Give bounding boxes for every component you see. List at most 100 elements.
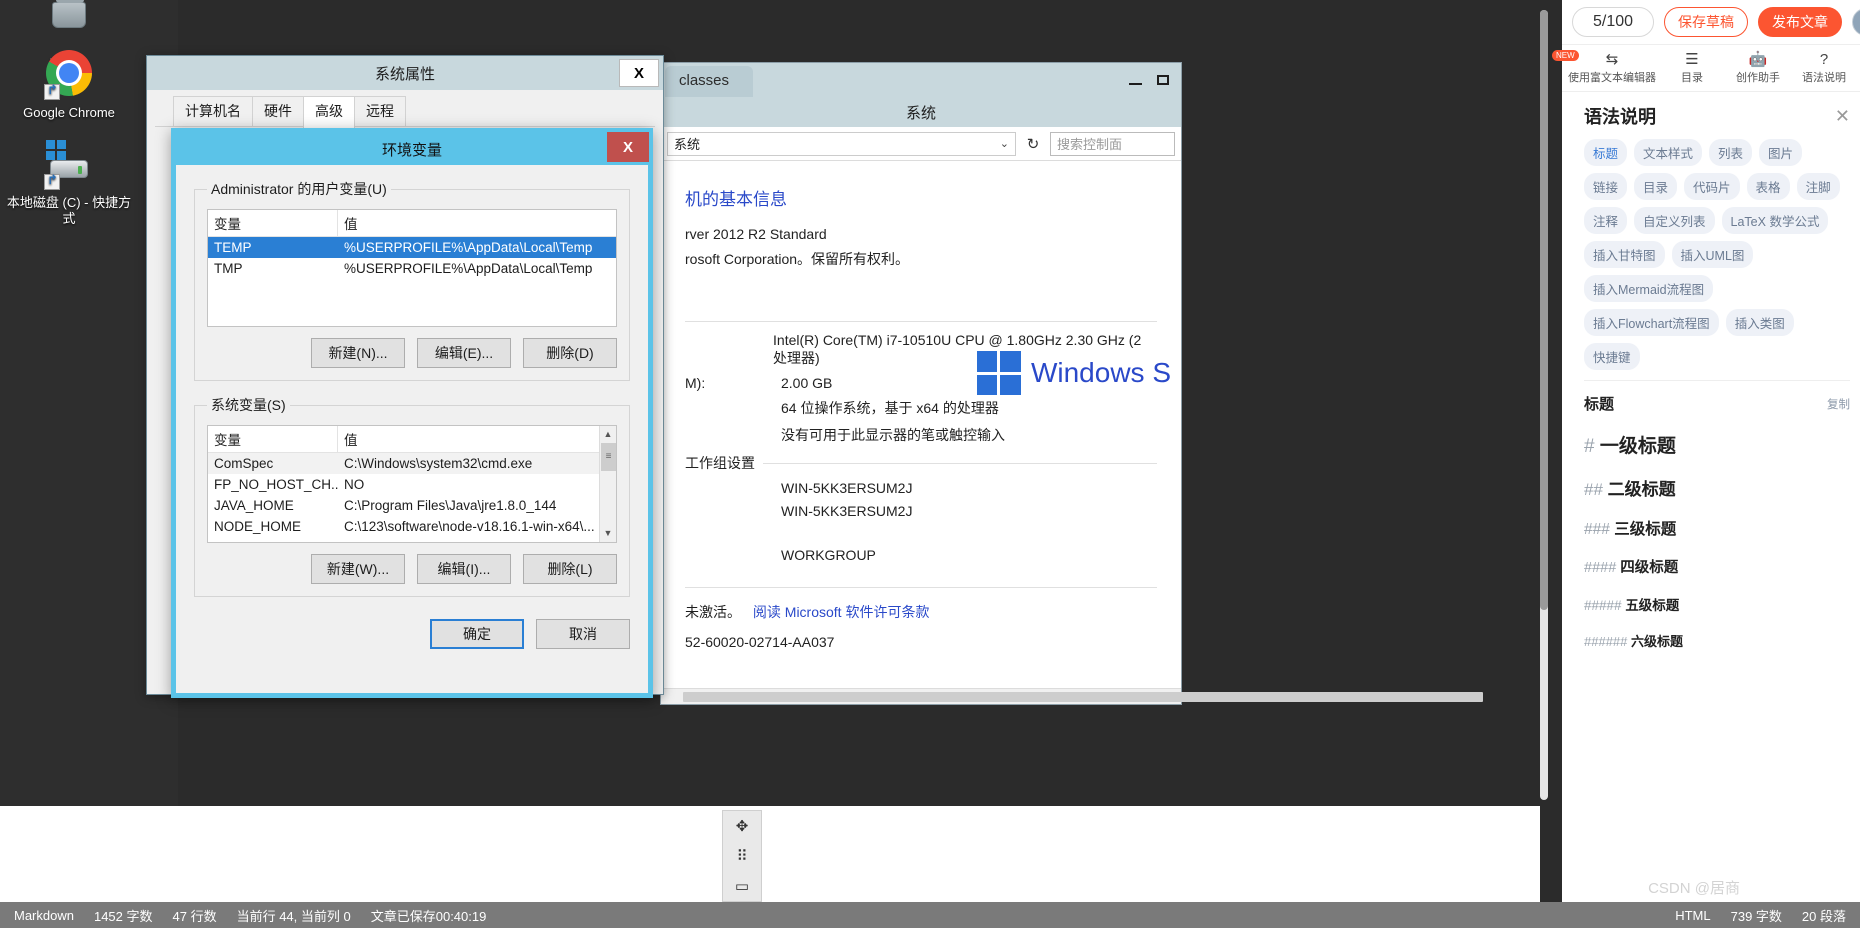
- system-variables-list[interactable]: 变量 值 ComSpec C:\Windows\system32\cmd.exe…: [207, 425, 617, 543]
- status-html-word-count: 739 字数: [1730, 908, 1782, 924]
- user-variables-legend: Administrator 的用户变量(U): [211, 181, 387, 197]
- chevron-down-icon[interactable]: ⌄: [1000, 137, 1009, 150]
- close-icon[interactable]: X: [619, 59, 659, 87]
- column-header-variable[interactable]: 变量: [208, 210, 338, 236]
- avatar[interactable]: [1852, 8, 1860, 36]
- tag-custom-list[interactable]: 自定义列表: [1634, 207, 1715, 234]
- editor-toolbar: NEW ⇆ 使用富文本编辑器 ☰ 目录 🤖 创作助手 ? 语法说明: [1552, 44, 1860, 92]
- delete-user-variable-button[interactable]: 删除(D): [523, 338, 617, 368]
- refresh-icon[interactable]: ↻: [1022, 135, 1044, 153]
- new-system-variable-button[interactable]: 新建(W)...: [311, 554, 405, 584]
- ok-button[interactable]: 确定: [430, 619, 524, 649]
- syntax-help-header: 语法说明 ✕: [1584, 93, 1850, 139]
- rich-text-editor-toggle[interactable]: NEW ⇆ 使用富文本编辑器: [1552, 49, 1656, 85]
- environment-variables-body: Administrator 的用户变量(U) 变量 值 TEMP %USERPR…: [176, 165, 648, 663]
- cancel-button[interactable]: 取消: [536, 619, 630, 649]
- address-value: 系统: [674, 137, 701, 152]
- toolbar-item-syntax-help[interactable]: ? 语法说明: [1798, 52, 1850, 85]
- scroll-up-icon[interactable]: ▲: [600, 426, 616, 443]
- tag-text-style[interactable]: 文本样式: [1634, 139, 1703, 166]
- full-computer-name-row: WIN-5KK3ERSUM2J: [781, 503, 913, 519]
- environment-variables-dialog: 环境变量 X Administrator 的用户变量(U) 变量 值 TEMP …: [171, 128, 653, 698]
- systype-row: 64 位操作系统，基于 x64 的处理器: [781, 400, 999, 416]
- tag-toc[interactable]: 目录: [1634, 173, 1678, 200]
- table-row[interactable]: ComSpec C:\Windows\system32\cmd.exe: [208, 453, 616, 474]
- scrollbar-thumb[interactable]: ≡: [601, 443, 616, 471]
- hash-marker: #: [1584, 436, 1595, 457]
- system-window-content: 机的基本信息 rver 2012 R2 Standard rosoft Corp…: [661, 161, 1181, 704]
- column-header-value[interactable]: 值: [338, 210, 616, 236]
- syntax-tag-list: 标题 文本样式 列表 图片 链接 目录 代码片 表格 注脚 注释 自定义列表 L…: [1584, 139, 1850, 370]
- page-scrollbar[interactable]: [1540, 10, 1548, 800]
- move-icon[interactable]: ✥: [736, 817, 749, 835]
- copy-button[interactable]: 复制: [1827, 396, 1850, 412]
- tab-remote[interactable]: 远程: [354, 96, 406, 126]
- search-input[interactable]: 搜索控制面: [1050, 131, 1175, 156]
- divider-2: [685, 587, 1157, 588]
- vertical-scrollbar[interactable]: ▲ ≡ ▼: [599, 426, 616, 542]
- table-row[interactable]: JAVA_HOME C:\Program Files\Java\jre1.8.0…: [208, 495, 616, 516]
- tag-list[interactable]: 列表: [1709, 139, 1753, 166]
- scroll-down-icon[interactable]: ▼: [600, 525, 616, 542]
- table-row[interactable]: TEMP %USERPROFILE%\AppData\Local\Temp: [208, 237, 616, 258]
- address-input[interactable]: 系统 ⌄: [667, 131, 1016, 156]
- tag-mermaid[interactable]: 插入Mermaid流程图: [1584, 275, 1714, 302]
- system-variables-legend: 系统变量(S): [211, 397, 286, 413]
- close-icon[interactable]: ✕: [1835, 106, 1850, 127]
- publish-article-button[interactable]: 发布文章: [1758, 7, 1842, 37]
- tag-footnote[interactable]: 注脚: [1796, 173, 1840, 200]
- tag-table[interactable]: 表格: [1746, 173, 1790, 200]
- save-draft-button[interactable]: 保存草稿: [1664, 7, 1748, 37]
- table-row[interactable]: TMP %USERPROFILE%\AppData\Local\Temp: [208, 258, 616, 279]
- tag-shortcuts[interactable]: 快捷键: [1584, 343, 1640, 370]
- tag-gantt[interactable]: 插入甘特图: [1584, 241, 1665, 268]
- desktop-icon-local-disk[interactable]: 本地磁盘 (C) - 快捷方式: [4, 140, 134, 227]
- tab-computer-name[interactable]: 计算机名: [173, 96, 253, 126]
- delete-system-variable-button[interactable]: 删除(L): [523, 554, 617, 584]
- table-row[interactable]: FP_NO_HOST_CH... NO: [208, 474, 616, 495]
- user-variables-list[interactable]: 变量 值 TEMP %USERPROFILE%\AppData\Local\Te…: [207, 209, 617, 327]
- grid-icon[interactable]: ⠿: [737, 847, 748, 865]
- scrollbar-thumb[interactable]: [1540, 10, 1548, 610]
- tag-comment[interactable]: 注释: [1584, 207, 1628, 234]
- tag-heading[interactable]: 标题: [1584, 139, 1628, 166]
- tag-link[interactable]: 链接: [1584, 173, 1628, 200]
- tag-latex[interactable]: LaTeX 数学公式: [1721, 207, 1829, 234]
- tag-flowchart[interactable]: 插入Flowchart流程图: [1584, 309, 1719, 336]
- status-paragraph-count: 20 段落: [1801, 908, 1846, 924]
- tab-hardware[interactable]: 硬件: [252, 96, 304, 126]
- column-header-variable[interactable]: 变量: [208, 426, 338, 452]
- variable-name: JAVA_HOME: [214, 498, 294, 513]
- toolbar-item-assistant[interactable]: 🤖 创作助手: [1732, 52, 1784, 85]
- monitor-icon[interactable]: ▭: [735, 877, 749, 895]
- maximize-icon[interactable]: [1149, 67, 1177, 93]
- table-row[interactable]: NUMBER_OF_PR... 4: [208, 537, 616, 542]
- toolbar-item-outline[interactable]: ☰ 目录: [1666, 52, 1718, 85]
- desktop-icon-google-chrome[interactable]: Google Chrome: [4, 48, 134, 121]
- minimize-icon[interactable]: [1121, 67, 1149, 93]
- new-user-variable-button[interactable]: 新建(N)...: [311, 338, 405, 368]
- browser-tab-classes[interactable]: classes: [665, 66, 754, 97]
- close-icon[interactable]: X: [607, 132, 649, 162]
- user-variables-group: Administrator 的用户变量(U) 变量 值 TEMP %USERPR…: [194, 179, 630, 381]
- tag-uml[interactable]: 插入UML图: [1671, 241, 1754, 268]
- edit-system-variable-button[interactable]: 编辑(I)...: [417, 554, 511, 584]
- scrollbar-thumb[interactable]: [683, 692, 1483, 702]
- windows-brand-text: Windows S: [1030, 357, 1171, 388]
- tag-class-diagram[interactable]: 插入类图: [1725, 309, 1794, 336]
- page-background-strip: [0, 815, 1540, 902]
- edit-user-variable-button[interactable]: 编辑(E)...: [417, 338, 511, 368]
- column-header-value[interactable]: 值: [338, 426, 616, 452]
- horizontal-scrollbar[interactable]: [661, 688, 1483, 704]
- heading-sample-text: 二级标题: [1607, 480, 1676, 499]
- status-bar: Markdown 1452 字数 47 行数 当前行 44, 当前列 0 文章已…: [0, 902, 1860, 928]
- help-icon: ?: [1819, 50, 1829, 68]
- list-icon: ☰: [1685, 50, 1699, 68]
- tab-advanced[interactable]: 高级: [303, 96, 355, 128]
- tag-image[interactable]: 图片: [1759, 139, 1803, 166]
- variable-value: C:\123\software\node-v18.16.1-win-x64\..…: [344, 519, 595, 534]
- table-row[interactable]: NODE_HOME C:\123\software\node-v18.16.1-…: [208, 516, 616, 537]
- license-terms-link[interactable]: 阅读 Microsoft 软件许可条款: [753, 604, 930, 620]
- workgroup-row: WORKGROUP: [781, 547, 876, 563]
- tag-code-snippet[interactable]: 代码片: [1684, 173, 1740, 200]
